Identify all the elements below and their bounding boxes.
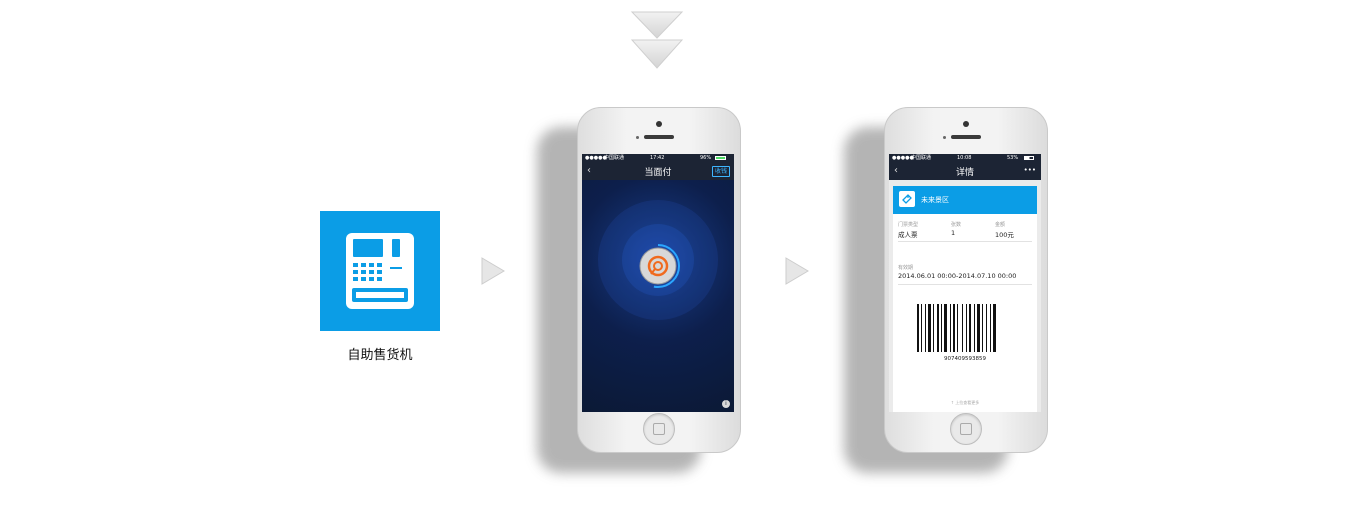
battery-icon	[1024, 156, 1034, 160]
barcode-bar	[977, 304, 980, 352]
phone-body: ●●●●● 中国联通 10:08 53% ‹ 详情 ••• 未来景区 门票类型 …	[884, 107, 1048, 453]
camera-icon	[656, 121, 662, 127]
ticket-header: 未来景区	[893, 186, 1037, 214]
collect-money-button[interactable]: 收钱	[711, 166, 730, 177]
barcode-bar	[986, 304, 987, 352]
barcode-bar	[966, 304, 967, 352]
ticket-card: 未来景区 门票类型 张数 金额 成人票 1 100元 有效期 2014.06.0…	[893, 186, 1037, 412]
phone-ticket-screen: ●●●●● 中国联通 10:08 53% ‹ 详情 ••• 未来景区 门票类型 …	[844, 107, 1048, 473]
venue-name: 未来景区	[921, 196, 949, 204]
ticket-icon	[899, 191, 915, 207]
divider	[898, 284, 1032, 285]
vending-machine-icon	[346, 233, 414, 309]
status-bar: ●●●●● 中国联通 10:08 53%	[889, 154, 1041, 163]
home-square-icon	[960, 423, 972, 435]
validity-label: 有效期	[898, 265, 914, 271]
nav-bar: ‹ 详情 •••	[889, 163, 1041, 180]
count-value: 1	[951, 229, 956, 237]
amount-label: 金额	[995, 222, 1006, 228]
count-label: 张数	[951, 222, 962, 228]
battery-text: 96%	[700, 155, 712, 161]
phone-screen: ●●●●● 中国联通 10:08 53% ‹ 详情 ••• 未来景区 门票类型 …	[889, 154, 1041, 412]
barcode-bar	[962, 304, 963, 352]
barcode-bar	[990, 304, 991, 352]
barcode-bar	[957, 304, 958, 352]
double-chevron-down-icon	[630, 11, 684, 69]
speaker-grille	[951, 135, 981, 139]
vending-machine-label: 自助售货机	[347, 348, 413, 363]
barcode-bar	[969, 304, 971, 352]
barcode-bar	[950, 304, 951, 352]
barcode-bar	[917, 304, 919, 352]
barcode-bar	[953, 304, 955, 352]
pull-up-hint: ↑ 上拉查看更多	[950, 400, 980, 405]
barcode-bar	[937, 304, 939, 352]
flow-arrow-icon	[785, 257, 809, 285]
phone-pay-screen: ●●●●● 中国联通 17:42 96% ‹ 当面付 收钱 i	[537, 107, 741, 473]
sonic-pay-button[interactable]	[634, 242, 682, 290]
divider	[898, 241, 1032, 242]
vending-machine-tile	[320, 211, 440, 331]
barcode-bar	[982, 304, 983, 352]
sensor-dot	[636, 136, 639, 139]
battery-icon	[715, 156, 726, 160]
home-button[interactable]	[950, 413, 982, 445]
barcode	[917, 304, 996, 352]
carrier-text: 中国联通	[911, 155, 932, 161]
home-button[interactable]	[643, 413, 675, 445]
barcode-bar	[941, 304, 942, 352]
flow-arrow-icon	[481, 257, 505, 285]
barcode-bar	[974, 304, 975, 352]
barcode-bar	[993, 304, 996, 352]
phone-screen: ●●●●● 中国联通 17:42 96% ‹ 当面付 收钱 i	[582, 154, 734, 412]
camera-icon	[963, 121, 969, 127]
barcode-bar	[921, 304, 922, 352]
speaker-grille	[644, 135, 674, 139]
amount-value: 100元	[995, 231, 1014, 239]
more-icon[interactable]: •••	[1024, 166, 1036, 174]
ticket-type-label: 门票类型	[898, 222, 919, 228]
barcode-number: 907409593859	[944, 356, 986, 362]
pay-radar-area: i	[582, 180, 734, 412]
phone-body: ●●●●● 中国联通 17:42 96% ‹ 当面付 收钱 i	[577, 107, 741, 453]
ticket-type-value: 成人票	[898, 231, 918, 239]
status-time: 10:08	[957, 155, 972, 161]
status-time: 17:42	[650, 155, 665, 161]
barcode-bar	[928, 304, 931, 352]
home-square-icon	[653, 423, 665, 435]
page-title: 详情	[955, 168, 974, 178]
ticket-detail-area: 未来景区 门票类型 张数 金额 成人票 1 100元 有效期 2014.06.0…	[889, 180, 1041, 412]
battery-text: 53%	[1007, 155, 1019, 161]
validity-value: 2014.06.01 00:00-2014.07.10 00:00	[898, 272, 1017, 280]
status-bar: ●●●●● 中国联通 17:42 96%	[582, 154, 734, 163]
carrier-text: 中国联通	[604, 155, 625, 161]
barcode-bar	[944, 304, 947, 352]
nav-bar: ‹ 当面付 收钱	[582, 163, 734, 180]
info-icon[interactable]: i	[722, 400, 730, 408]
barcode-bar	[925, 304, 926, 352]
sensor-dot	[943, 136, 946, 139]
barcode-bar	[933, 304, 934, 352]
